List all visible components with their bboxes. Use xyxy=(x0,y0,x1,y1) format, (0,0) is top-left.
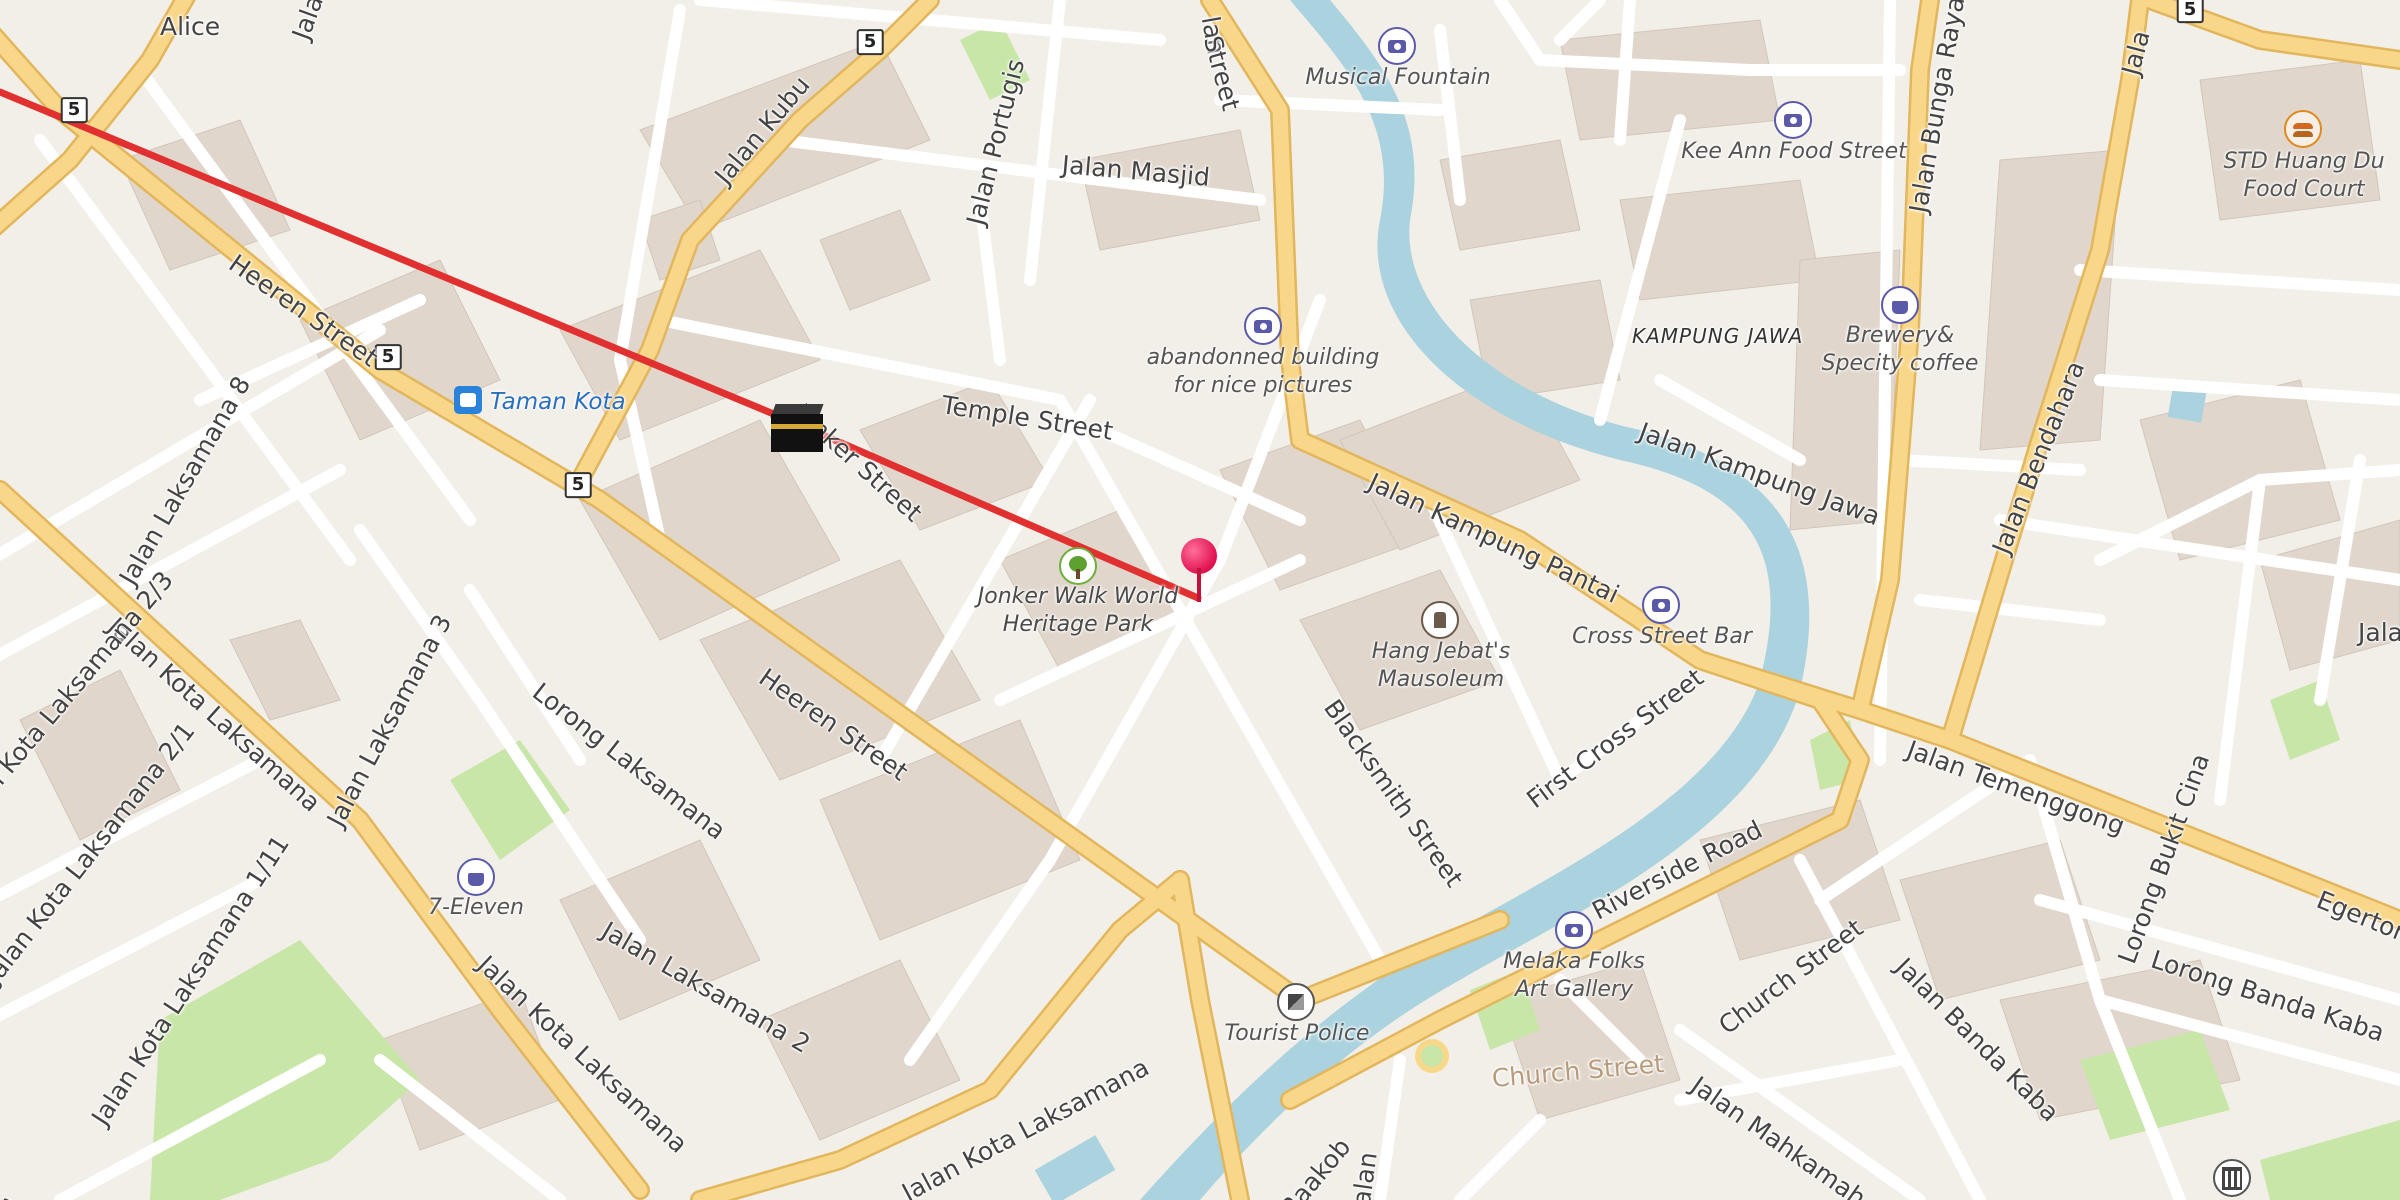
police-icon[interactable] xyxy=(1277,983,1315,1021)
camera-icon[interactable] xyxy=(1642,586,1680,624)
poi-label-melaka-folks-art-gallery[interactable]: Melaka Folks Art Gallery xyxy=(1503,948,1645,1003)
camera-icon[interactable] xyxy=(1555,911,1593,949)
route-5-shield: 5 xyxy=(2176,0,2204,23)
location-pin-icon[interactable] xyxy=(1179,538,1219,602)
poi-label-hang-jebats-mausoleum[interactable]: Hang Jebat's Mausoleum xyxy=(1372,638,1511,693)
camera-icon[interactable] xyxy=(1244,307,1282,345)
poi-label-tourist-police[interactable]: Tourist Police xyxy=(1225,1020,1370,1048)
poi-label-std-huang-du-food-court[interactable]: STD Huang Du Food Court xyxy=(2223,148,2384,203)
route-5-shield: 5 xyxy=(564,472,592,498)
monument-icon[interactable] xyxy=(1421,601,1459,639)
route-5-shield: 5 xyxy=(60,97,88,123)
bus-stop-icon[interactable] xyxy=(454,386,482,414)
shop-icon[interactable] xyxy=(1881,286,1919,324)
camera-icon[interactable] xyxy=(1378,27,1416,65)
map-canvas[interactable]: 5 5 5 5 5 Jalan Kubu Jalan Portugis Jala… xyxy=(0,0,2400,1200)
shop-icon[interactable] xyxy=(457,858,495,896)
poi-label-abandonned-building[interactable]: abandonned building for nice pictures xyxy=(1147,344,1380,399)
tree-icon[interactable] xyxy=(1059,547,1097,585)
route-5-shield: 5 xyxy=(856,29,884,55)
poi-label-kee-ann-food-street[interactable]: Kee Ann Food Street xyxy=(1681,138,1907,166)
road-label-jalan-south: Jalan xyxy=(1345,1150,1383,1200)
fast-food-icon[interactable] xyxy=(2284,110,2322,148)
museum-icon[interactable] xyxy=(2213,1159,2251,1197)
kaaba-icon[interactable] xyxy=(767,400,827,456)
poi-label-7-eleven[interactable]: 7-Eleven xyxy=(428,894,524,922)
road-label-jala-east: Jala xyxy=(2358,618,2400,647)
poi-label-musical-fountain[interactable]: Musical Fountain xyxy=(1305,64,1490,92)
poi-label-brewery-specity-coffee[interactable]: Brewery& Specity coffee xyxy=(1822,322,1979,377)
area-label-kampung-jawa: KAMPUNG JAWA xyxy=(1632,324,1804,348)
poi-label-cross-street-bar[interactable]: Cross Street Bar xyxy=(1572,623,1752,651)
poi-label-taman-kota[interactable]: Taman Kota xyxy=(490,388,626,417)
camera-icon[interactable] xyxy=(1774,101,1812,139)
road-label-alice: Alice xyxy=(160,12,221,41)
poi-label-jonker-walk-world-heritage-park[interactable]: Jonker Walk World Heritage Park xyxy=(978,583,1178,638)
